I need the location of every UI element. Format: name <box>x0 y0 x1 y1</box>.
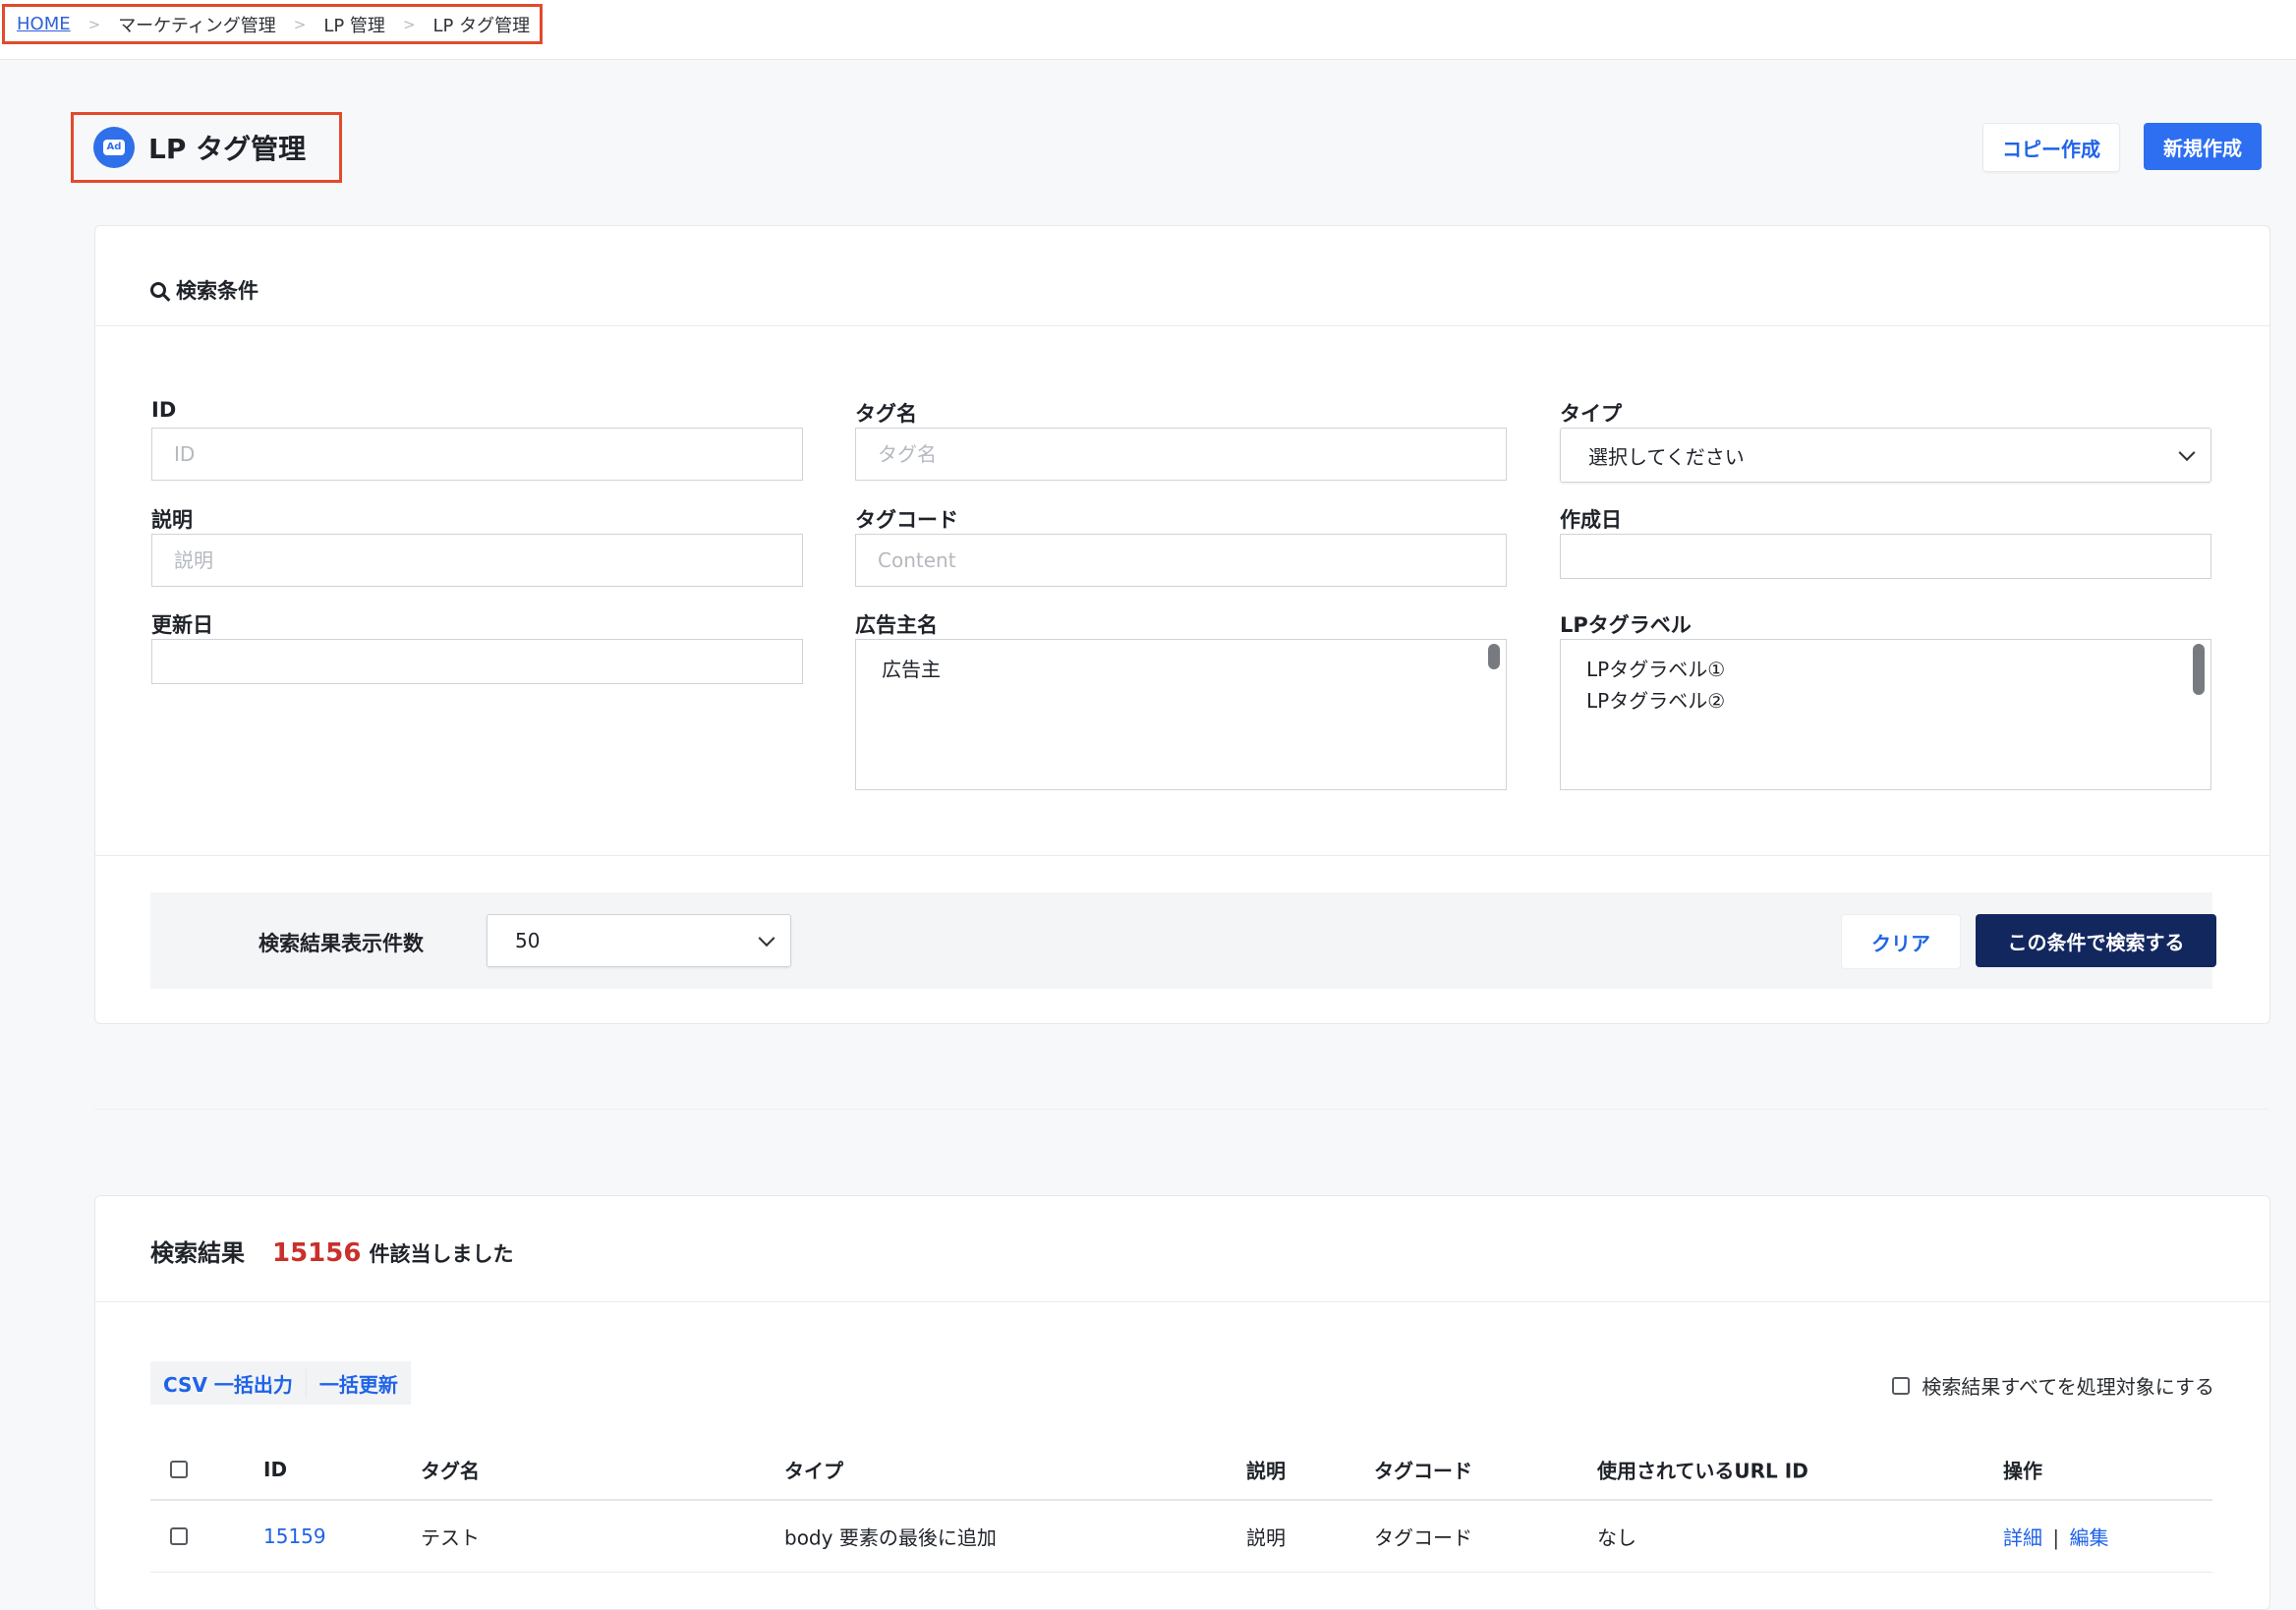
ad-icon-label: Ad <box>103 140 125 155</box>
breadcrumb: HOME > マーケティング管理 > LP 管理 > LP タグ管理 <box>2 4 543 44</box>
row-detail-link[interactable]: 詳細 <box>2003 1526 2042 1550</box>
column-header-type: タイプ <box>784 1459 843 1483</box>
ad-icon: Ad <box>93 127 135 168</box>
row-edit-link[interactable]: 編集 <box>2069 1526 2108 1550</box>
header-divider <box>95 325 2269 326</box>
lp-label-label: LPタグラベル <box>1560 613 1692 637</box>
lp-label-option[interactable]: LPタグラベル② <box>1586 685 2185 717</box>
results-table: ID タグ名 タイプ 説明 タグコード 使用されているURL ID 操作 151… <box>150 1440 2212 1573</box>
breadcrumb-separator: > <box>87 15 101 33</box>
chevron-down-icon <box>2178 444 2196 462</box>
type-select-value: 選択してください <box>1588 444 1745 469</box>
action-divider: | <box>2052 1525 2060 1550</box>
csv-export-button[interactable]: CSV 一括出力 <box>150 1369 306 1398</box>
section-divider <box>95 855 2269 856</box>
search-icon <box>150 282 166 298</box>
select-all-results[interactable]: 検索結果すべてを処理対象にする <box>1892 1371 2214 1400</box>
updated-date-label: 更新日 <box>151 613 213 637</box>
table-row: 15159 テスト body 要素の最後に追加 説明 タグコード なし 詳細 |… <box>150 1501 2212 1573</box>
lp-label-multiselect[interactable]: LPタグラベル① LPタグラベル② <box>1560 639 2211 790</box>
advertiser-label: 広告主名 <box>855 613 938 637</box>
column-header-tag-name: タグ名 <box>421 1459 480 1483</box>
top-bar: HOME > マーケティング管理 > LP 管理 > LP タグ管理 <box>0 0 2296 60</box>
advertiser-multiselect[interactable]: 広告主 <box>855 639 1507 790</box>
results-header: 検索結果 15156 件該当しました <box>150 1234 513 1268</box>
header-checkbox[interactable] <box>170 1461 188 1478</box>
bulk-actions-bar: CSV 一括出力 一括更新 <box>150 1361 411 1405</box>
id-label: ID <box>151 398 177 422</box>
tag-code-label: タグコード <box>855 508 958 532</box>
lp-label-scrollbar[interactable] <box>2193 644 2205 695</box>
column-header-id: ID <box>263 1458 288 1481</box>
copy-create-button[interactable]: コピー作成 <box>1982 123 2120 172</box>
description-label: 説明 <box>151 508 193 532</box>
results-count-suffix: 件該当しました <box>369 1242 514 1266</box>
clear-button[interactable]: クリア <box>1841 914 1961 969</box>
display-count-select[interactable]: 50 <box>487 914 791 967</box>
row-tag-code: タグコード <box>1374 1525 1472 1550</box>
advertiser-scrollbar[interactable] <box>1488 644 1500 669</box>
id-input[interactable] <box>151 428 803 481</box>
type-select[interactable]: 選択してください <box>1560 428 2211 483</box>
search-conditions-title: 検索条件 <box>150 275 258 305</box>
column-header-url-id: 使用されているURL ID <box>1597 1459 1808 1483</box>
select-all-results-label: 検索結果すべてを処理対象にする <box>1922 1375 2214 1399</box>
advertiser-option[interactable]: 広告主 <box>882 654 1480 685</box>
search-submit-button[interactable]: この条件で検索する <box>1976 914 2216 967</box>
search-controls-bar: 検索結果表示件数 50 クリア この条件で検索する <box>150 892 2216 989</box>
column-header-tag-code: タグコード <box>1374 1459 1472 1483</box>
search-conditions-card: 検索条件 ID タグ名 タイプ 選択してください 説明 タグコード 作成日 更新… <box>94 225 2270 1024</box>
breadcrumb-separator: > <box>293 15 307 33</box>
tag-code-input[interactable] <box>855 534 1507 587</box>
row-url-id: なし <box>1597 1525 1636 1550</box>
search-results-card: 検索結果 15156 件該当しました CSV 一括出力 一括更新 検索結果すべて… <box>94 1195 2270 1610</box>
chevron-down-icon <box>758 930 775 948</box>
row-checkbox[interactable] <box>170 1527 188 1545</box>
breadcrumb-separator: > <box>402 15 416 33</box>
column-header-description: 説明 <box>1246 1459 1286 1483</box>
select-all-results-checkbox[interactable] <box>1892 1376 1911 1395</box>
lp-label-option[interactable]: LPタグラベル① <box>1586 654 2185 685</box>
results-count: 15156 <box>272 1238 362 1268</box>
tag-name-label: タグ名 <box>855 402 917 426</box>
new-create-button[interactable]: 新規作成 <box>2144 123 2262 170</box>
row-id-link[interactable]: 15159 <box>263 1524 326 1548</box>
breadcrumb-item-lp: LP 管理 <box>323 15 385 36</box>
tag-name-input[interactable] <box>855 428 1507 481</box>
created-date-label: 作成日 <box>1560 508 1622 532</box>
row-type: body 要素の最後に追加 <box>784 1525 997 1550</box>
updated-date-input[interactable] <box>151 639 803 684</box>
page-header: Ad LP タグ管理 <box>71 112 342 183</box>
row-description: 説明 <box>1246 1525 1286 1550</box>
row-tag-name: テスト <box>421 1525 480 1550</box>
breadcrumb-home-link[interactable]: HOME <box>17 14 71 34</box>
description-input[interactable] <box>151 534 803 587</box>
section-separator <box>94 1109 2268 1110</box>
results-header-divider <box>95 1301 2269 1302</box>
table-header-row: ID タグ名 タイプ 説明 タグコード 使用されているURL ID 操作 <box>150 1440 2212 1501</box>
column-header-actions: 操作 <box>2003 1459 2042 1483</box>
created-date-input[interactable] <box>1560 534 2211 579</box>
display-count-label: 検索結果表示件数 <box>258 932 424 955</box>
row-actions: 詳細 | 編集 <box>2003 1523 2108 1551</box>
page-title: LP タグ管理 <box>148 133 307 165</box>
display-count-value: 50 <box>515 929 541 952</box>
breadcrumb-item-marketing: マーケティング管理 <box>118 15 276 36</box>
breadcrumb-item-lp-tag: LP タグ管理 <box>432 15 531 36</box>
results-title: 検索結果 <box>150 1239 245 1267</box>
search-conditions-label: 検索条件 <box>176 279 258 303</box>
bulk-update-button[interactable]: 一括更新 <box>305 1368 411 1398</box>
type-label: タイプ <box>1560 402 1622 426</box>
